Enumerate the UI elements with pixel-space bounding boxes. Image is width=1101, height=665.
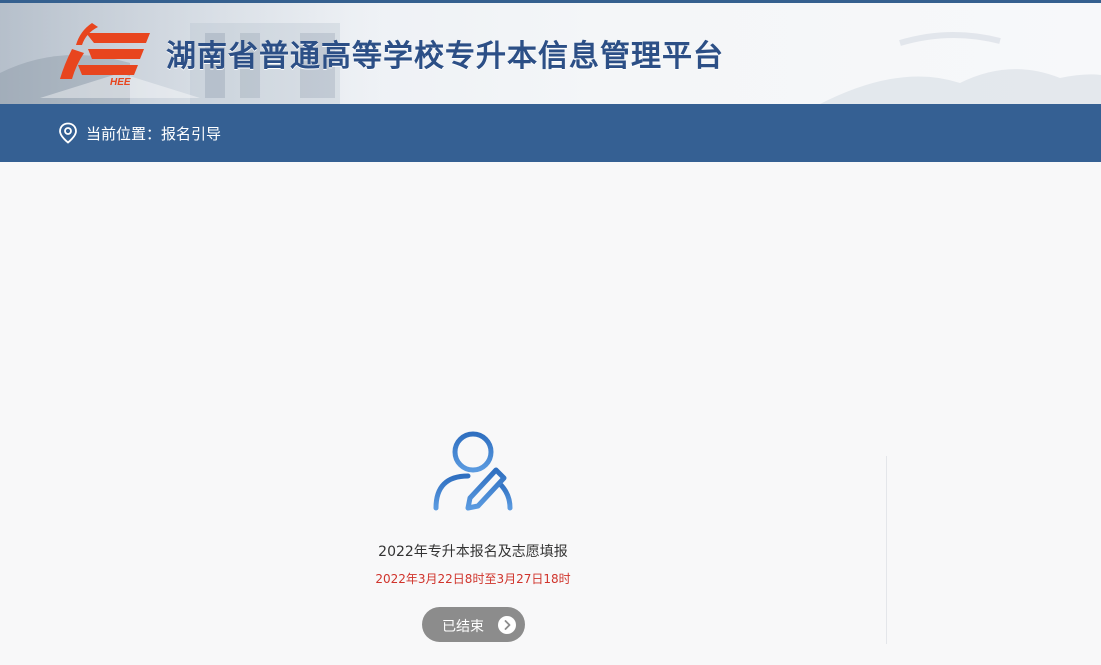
status-label: 已结束 xyxy=(442,618,484,634)
location-pin-icon xyxy=(59,122,77,144)
site-title: 湖南省普通高等学校专升本信息管理平台 xyxy=(166,39,724,74)
header-banner: HEE 湖南省普通高等学校专升本信息管理平台 xyxy=(0,0,1101,104)
page: HEE 湖南省普通高等学校专升本信息管理平台 当前位置：报名引导 2022年专升… xyxy=(0,0,1101,665)
logo-text: HEE xyxy=(110,77,131,87)
breadcrumb-location: 当前位置：报名引导 xyxy=(86,125,222,143)
registration-status-button[interactable]: 已结束 xyxy=(422,607,525,642)
logo: HEE xyxy=(60,23,150,87)
location-bar: 当前位置：报名引导 xyxy=(0,104,1101,162)
chevron-right-icon xyxy=(498,616,516,634)
user-edit-icon xyxy=(433,431,513,511)
registration-title: 2022年专升本报名及志愿填报 xyxy=(378,544,568,560)
registration-time-range: 2022年3月22日8时至3月27日18时 xyxy=(375,572,571,586)
